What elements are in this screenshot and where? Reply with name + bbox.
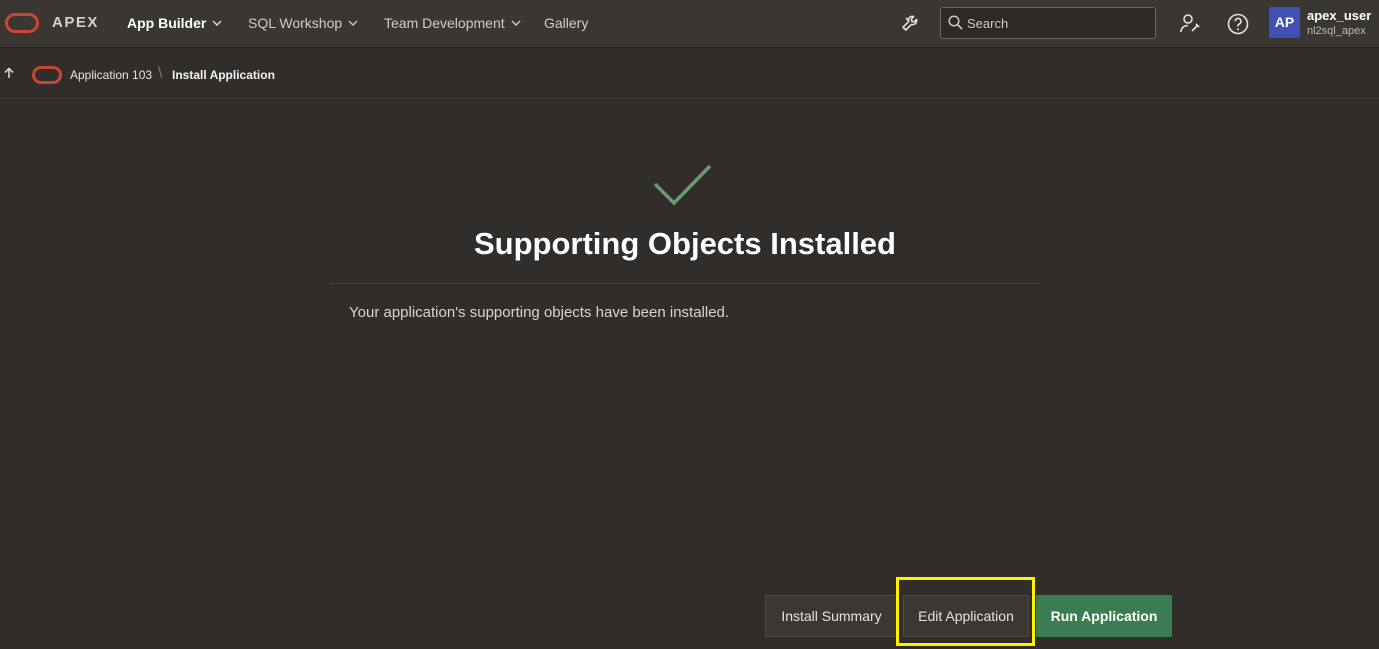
breadcrumb-separator: \ (158, 65, 163, 82)
search-input[interactable] (967, 14, 1147, 32)
top-header: APEX App Builder SQL Workshop Team Devel… (0, 0, 1379, 48)
user-name[interactable]: apex_user (1307, 8, 1371, 23)
nav-gallery[interactable]: Gallery (544, 15, 588, 31)
success-check-icon (653, 164, 712, 206)
nav-team-development[interactable]: Team Development (384, 15, 521, 31)
oracle-logo-icon[interactable] (5, 13, 39, 33)
nav-team-development-label: Team Development (384, 15, 505, 31)
chevron-down-icon (212, 20, 222, 26)
success-message: Your application's supporting objects ha… (349, 304, 730, 321)
run-application-button[interactable]: Run Application (1036, 595, 1172, 637)
help-icon[interactable] (1226, 12, 1250, 36)
nav-app-builder-label: App Builder (127, 15, 207, 31)
nav-sql-workshop[interactable]: SQL Workshop (248, 15, 358, 31)
workspace-name: nl2sql_apex (1307, 25, 1366, 37)
search-box[interactable] (940, 7, 1156, 39)
avatar[interactable]: AP (1269, 7, 1300, 38)
nav-gallery-label: Gallery (544, 15, 589, 31)
nav-app-builder[interactable]: App Builder (127, 15, 222, 31)
page-title: Supporting Objects Installed (474, 226, 896, 261)
nav-sql-workshop-label: SQL Workshop (248, 15, 343, 31)
chevron-down-icon (511, 20, 521, 26)
breadcrumb-current-page: Install Application (172, 68, 275, 82)
chevron-down-icon (348, 20, 358, 26)
breadcrumb: Application 103 \ Install Application (0, 49, 1379, 99)
apex-brand[interactable]: APEX (52, 14, 99, 31)
breadcrumb-application-link[interactable]: Application 103 (70, 68, 152, 82)
wrench-icon[interactable] (899, 12, 923, 36)
search-icon (948, 15, 963, 30)
arrow-up-icon[interactable] (3, 67, 15, 79)
application-icon (32, 66, 62, 84)
divider (330, 283, 1040, 284)
user-settings-icon[interactable] (1178, 12, 1202, 36)
edit-application-button[interactable]: Edit Application (903, 595, 1029, 637)
install-summary-button[interactable]: Install Summary (765, 595, 898, 637)
